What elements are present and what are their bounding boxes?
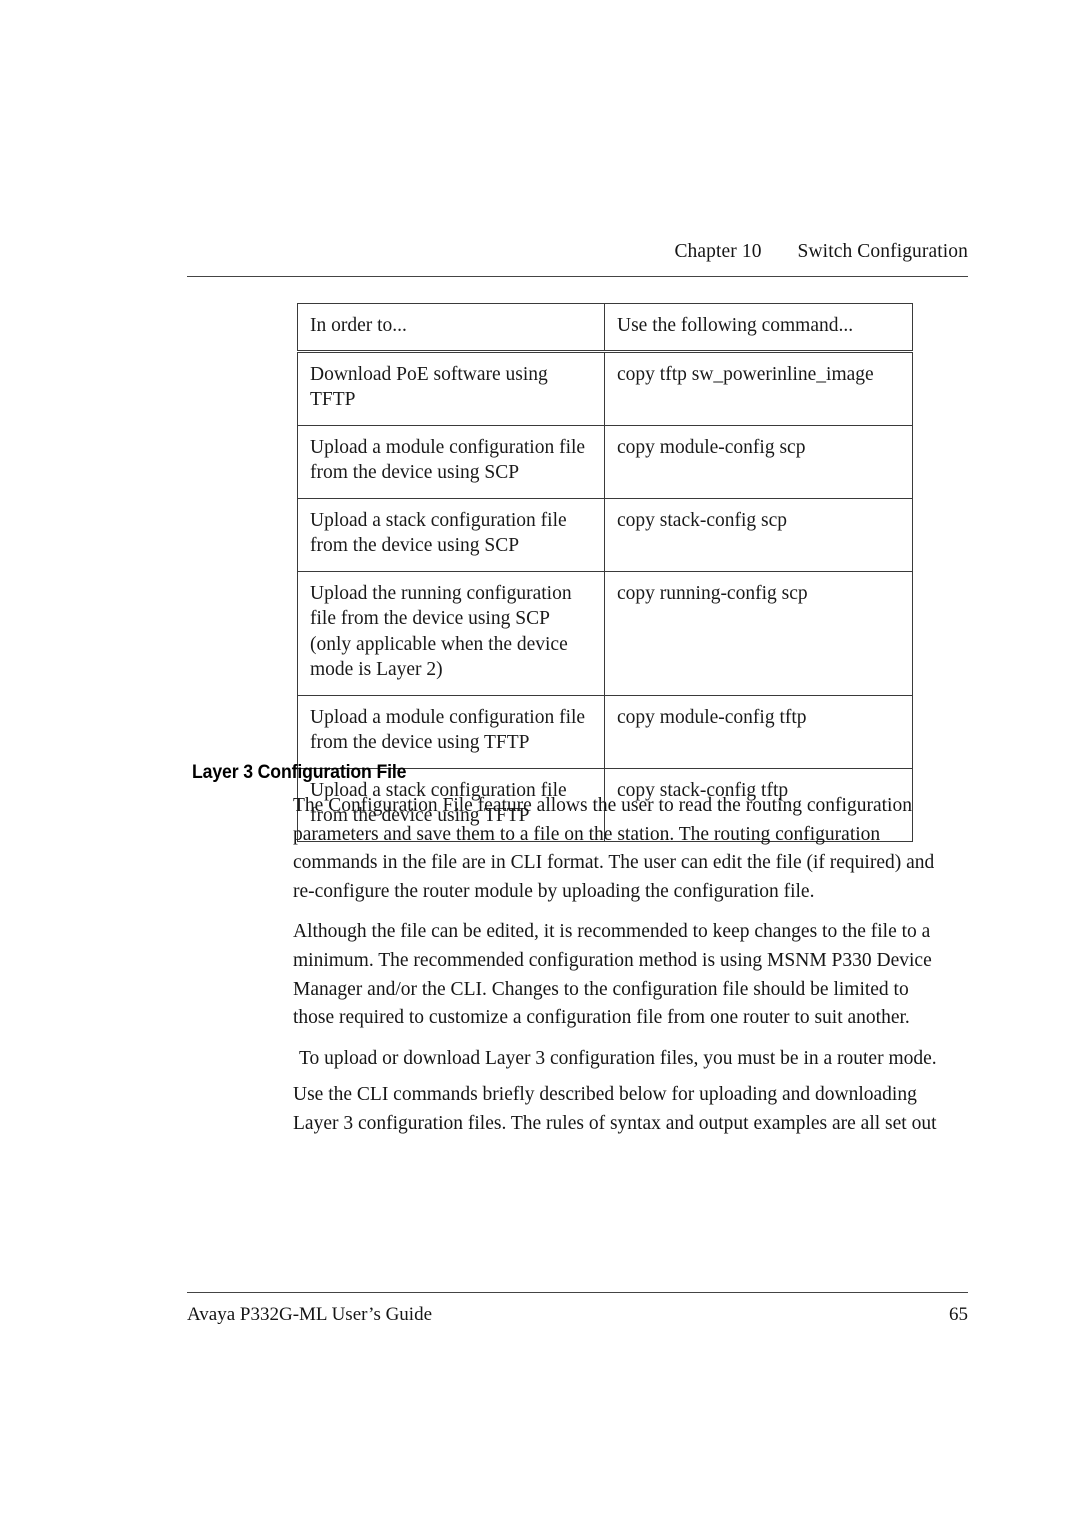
body-paragraph: Use the CLI commands briefly described b…: [293, 1084, 937, 1134]
footer-divider: [187, 1292, 968, 1293]
footer-content: Avaya P332G-ML User’s Guide 65: [187, 1302, 968, 1328]
guide-title: Avaya P332G-ML User’s Guide: [187, 1304, 433, 1325]
column-header-command: Use the following command...: [604, 303, 913, 352]
command-cell: copy module-config tftp: [604, 694, 913, 769]
running-footer: Avaya P332G-ML User’s Guide 65: [187, 1292, 968, 1328]
command-cell: copy stack-config scp: [604, 497, 913, 572]
table-row: Upload a module configuration file from …: [297, 424, 913, 499]
body-paragraph: The Configuration File feature allows th…: [293, 795, 935, 902]
section-body: The Configuration File feature allows th…: [293, 792, 941, 1151]
column-header-task: In order to...: [297, 303, 605, 352]
table-row: Download PoE software using TFTP copy tf…: [297, 349, 913, 426]
command-reference-table: In order to... Use the following command…: [297, 303, 913, 842]
task-cell: Download PoE software using TFTP: [297, 349, 605, 426]
section-heading: Layer 3 Configuration File: [192, 762, 407, 783]
command-cell: copy tftp sw_powerinline_image: [604, 349, 913, 426]
table-header-row: In order to... Use the following command…: [297, 303, 913, 352]
page-number: 65: [949, 1304, 968, 1325]
command-cell: copy running-config scp: [604, 570, 913, 696]
running-header: Chapter 10 Switch Configuration: [187, 240, 968, 277]
header-divider: [187, 276, 968, 277]
table-row: Upload the running configuration file fr…: [297, 570, 913, 696]
table-row: Upload a stack configuration file from t…: [297, 497, 913, 572]
task-cell: Upload a module configuration file from …: [297, 424, 605, 499]
chapter-header-text: Chapter 10 Switch Configuration: [187, 240, 968, 264]
body-paragraph: Although the file can be edited, it is r…: [293, 921, 932, 1029]
chapter-number: Chapter 10: [674, 241, 762, 262]
task-cell: Upload a module configuration file from …: [297, 694, 605, 769]
task-cell: Upload the running configuration file fr…: [297, 570, 605, 696]
chapter-title: Switch Configuration: [797, 241, 968, 262]
body-paragraph: To upload or download Layer 3 configurat…: [299, 1047, 937, 1069]
document-page: Chapter 10 Switch Configuration In order …: [0, 0, 1080, 1528]
task-cell: Upload a stack configuration file from t…: [297, 497, 605, 572]
table-row: Upload a module configuration file from …: [297, 694, 913, 769]
command-cell: copy module-config scp: [604, 424, 913, 499]
